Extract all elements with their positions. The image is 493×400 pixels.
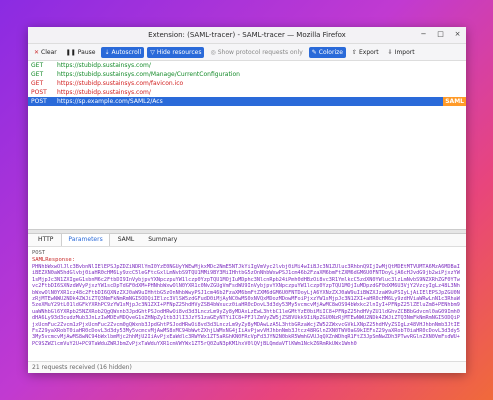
import-label: Import bbox=[394, 48, 415, 56]
request-row[interactable]: POST https://stubidp.sustainsys.com/ bbox=[28, 88, 466, 97]
clear-button[interactable]: ✕ Clear bbox=[31, 47, 60, 58]
request-row[interactable]: GET https://stubidp.sustainsys.com/ bbox=[28, 61, 466, 70]
request-url: https://stubidp.sustainsys.com/Manage/Cu… bbox=[57, 71, 240, 78]
close-button[interactable]: × bbox=[453, 30, 462, 39]
autoscroll-icon: ⇣ bbox=[104, 48, 110, 56]
request-row[interactable]: GET https://stubidp.sustainsys.com/favic… bbox=[28, 79, 466, 88]
show-protocol-label: Show protocol requests only bbox=[217, 48, 303, 56]
import-icon: ⇩ bbox=[387, 48, 393, 56]
palette-icon: ✎ bbox=[311, 48, 317, 56]
request-method: POST bbox=[31, 89, 47, 96]
colorize-button[interactable]: ✎ Colorize bbox=[308, 46, 346, 58]
request-method: GET bbox=[31, 80, 44, 87]
filter-icon: ▽ bbox=[150, 48, 155, 56]
export-button[interactable]: ⇧ Export bbox=[349, 47, 382, 58]
request-method: POST bbox=[31, 98, 47, 105]
request-list[interactable]: GET https://stubidp.sustainsys.com/ GET … bbox=[28, 61, 466, 229]
protocol-icon: ◎ bbox=[210, 48, 216, 56]
parameters-panel[interactable]: POST SAMLResponse: PHNhbWxwOlJlc3BvbnNlI… bbox=[28, 247, 466, 361]
autoscroll-label: Autoscroll bbox=[111, 48, 142, 56]
minimize-button[interactable]: − bbox=[419, 30, 428, 39]
toolbar: ✕ Clear ❚❚ Pause ⇣ Autoscroll ▽ Hide res… bbox=[28, 44, 466, 61]
pause-button[interactable]: ❚❚ Pause bbox=[63, 47, 99, 58]
request-url: https://stubidp.sustainsys.com/favicon.i… bbox=[57, 80, 184, 87]
autoscroll-button[interactable]: ⇣ Autoscroll bbox=[101, 46, 145, 58]
colorize-label: Colorize bbox=[318, 48, 343, 56]
request-row-selected[interactable]: POST https://sp.example.com/SAML2/Acs SA… bbox=[28, 97, 466, 106]
window-title: Extension: (SAML-tracer) - SAML-tracer —… bbox=[148, 31, 346, 39]
tab-parameters[interactable]: Parameters bbox=[61, 233, 110, 246]
tab-saml[interactable]: SAML bbox=[112, 234, 141, 246]
export-icon: ⇧ bbox=[351, 48, 357, 56]
status-bar: 21 requests received (16 hidden) bbox=[28, 361, 466, 373]
request-url: https://sp.example.com/SAML2/Acs bbox=[57, 98, 163, 105]
request-url: https://stubidp.sustainsys.com/ bbox=[57, 62, 151, 69]
tab-summary[interactable]: Summary bbox=[142, 234, 183, 246]
hide-resources-label: Hide resources bbox=[156, 48, 202, 56]
status-text: 21 requests received (16 hidden) bbox=[32, 364, 132, 371]
parameter-value: PHNhbWxwOlJlc3BvbnNlIElEPSJpZDZiNDRlYmI0… bbox=[32, 264, 460, 347]
import-button[interactable]: ⇩ Import bbox=[385, 47, 418, 58]
parameter-name: SAMLResponse: bbox=[32, 257, 76, 263]
request-method: GET bbox=[31, 62, 44, 69]
title-bar[interactable]: Extension: (SAML-tracer) - SAML-tracer —… bbox=[28, 27, 466, 44]
export-label: Export bbox=[359, 48, 379, 56]
show-protocol-button[interactable]: ◎ Show protocol requests only bbox=[207, 47, 305, 58]
tab-http[interactable]: HTTP bbox=[32, 234, 59, 246]
saml-badge: SAML bbox=[443, 97, 466, 106]
browser-window: Extension: (SAML-tracer) - SAML-tracer —… bbox=[28, 27, 466, 373]
request-method: GET bbox=[31, 71, 44, 78]
request-row[interactable]: GET https://stubidp.sustainsys.com/Manag… bbox=[28, 70, 466, 79]
window-controls: − □ × bbox=[419, 30, 462, 39]
request-method-label: POST bbox=[32, 250, 46, 256]
request-url: https://stubidp.sustainsys.com/ bbox=[57, 89, 151, 96]
pause-icon: ❚❚ bbox=[65, 48, 76, 56]
clear-label: Clear bbox=[41, 48, 57, 56]
hide-resources-button[interactable]: ▽ Hide resources bbox=[147, 46, 205, 58]
detail-tabs: HTTP Parameters SAML Summary bbox=[28, 233, 466, 247]
pause-label: Pause bbox=[77, 48, 96, 56]
clear-icon: ✕ bbox=[34, 48, 40, 56]
maximize-button[interactable]: □ bbox=[436, 30, 445, 39]
